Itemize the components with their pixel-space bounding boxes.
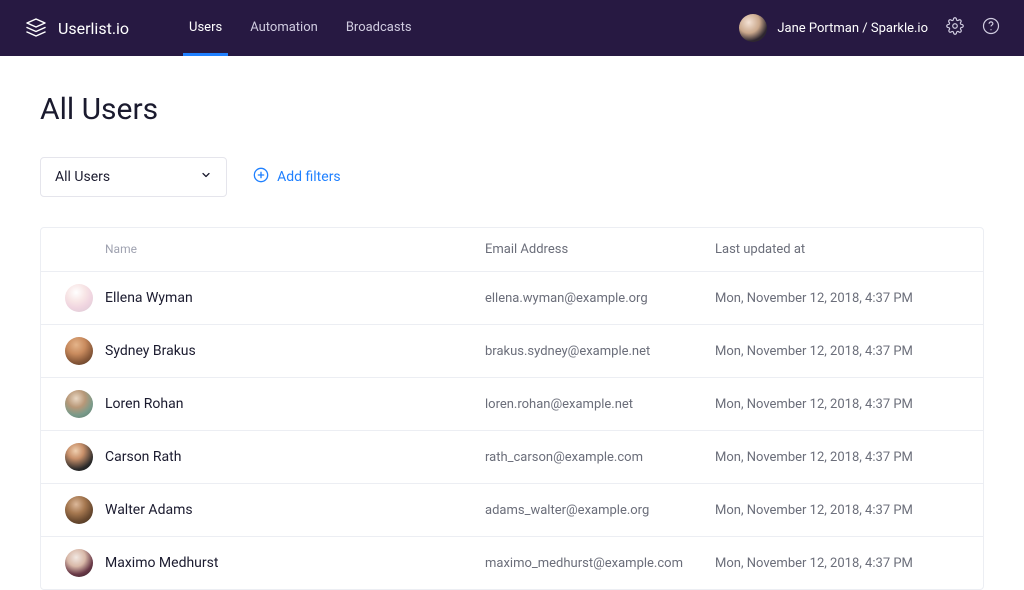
user-email: adams_walter@example.org — [485, 503, 715, 518]
column-header-updated[interactable]: Last updated at — [715, 242, 959, 257]
current-user-menu[interactable]: Jane Portman / Sparkle.io — [739, 14, 928, 42]
column-header-name[interactable]: Name — [105, 242, 485, 257]
user-avatar — [65, 390, 93, 418]
page-title: All Users — [40, 92, 984, 127]
table-row[interactable]: Maximo Medhurst maximo_medhurst@example.… — [41, 537, 983, 589]
user-name: Maximo Medhurst — [105, 555, 485, 571]
user-updated: Mon, November 12, 2018, 4:37 PM — [715, 503, 959, 518]
user-name: Walter Adams — [105, 502, 485, 518]
user-email: rath_carson@example.com — [485, 450, 715, 465]
chevron-down-icon — [200, 169, 212, 185]
table-header: Name Email Address Last updated at — [41, 228, 983, 272]
app-logo[interactable]: Userlist.io — [24, 16, 129, 40]
table-row[interactable]: Sydney Brakus brakus.sydney@example.net … — [41, 325, 983, 378]
user-name: Loren Rohan — [105, 396, 485, 412]
user-updated: Mon, November 12, 2018, 4:37 PM — [715, 344, 959, 359]
add-filters-button[interactable]: Add filters — [253, 167, 341, 187]
gear-icon — [946, 17, 964, 39]
plus-circle-icon — [253, 167, 269, 187]
user-name: Ellena Wyman — [105, 290, 485, 306]
users-table: Name Email Address Last updated at Ellen… — [40, 227, 984, 590]
table-row[interactable]: Loren Rohan loren.rohan@example.net Mon,… — [41, 378, 983, 431]
table-row[interactable]: Ellena Wyman ellena.wyman@example.org Mo… — [41, 272, 983, 325]
user-updated: Mon, November 12, 2018, 4:37 PM — [715, 397, 959, 412]
user-updated: Mon, November 12, 2018, 4:37 PM — [715, 291, 959, 306]
settings-button[interactable] — [946, 17, 964, 39]
main-content: All Users All Users Add filters — [0, 56, 1024, 590]
table-row[interactable]: Walter Adams adams_walter@example.org Mo… — [41, 484, 983, 537]
segment-dropdown-label: All Users — [55, 169, 110, 185]
current-user-avatar — [739, 14, 767, 42]
add-filters-label: Add filters — [277, 169, 341, 185]
help-icon — [982, 17, 1000, 39]
user-avatar — [65, 496, 93, 524]
top-nav: Users Automation Broadcasts — [189, 0, 412, 56]
table-row[interactable]: Carson Rath rath_carson@example.com Mon,… — [41, 431, 983, 484]
user-email: loren.rohan@example.net — [485, 397, 715, 412]
user-avatar — [65, 284, 93, 312]
topbar: Userlist.io Users Automation Broadcasts … — [0, 0, 1024, 56]
user-email: ellena.wyman@example.org — [485, 291, 715, 306]
user-email: brakus.sydney@example.net — [485, 344, 715, 359]
user-updated: Mon, November 12, 2018, 4:37 PM — [715, 450, 959, 465]
user-avatar — [65, 443, 93, 471]
user-avatar — [65, 337, 93, 365]
filter-bar: All Users Add filters — [40, 157, 984, 197]
user-avatar — [65, 549, 93, 577]
current-user-label: Jane Portman / Sparkle.io — [777, 21, 928, 36]
nav-users[interactable]: Users — [189, 0, 222, 56]
brand-name: Userlist.io — [58, 19, 129, 38]
user-name: Carson Rath — [105, 449, 485, 465]
topbar-right: Jane Portman / Sparkle.io — [739, 14, 1000, 42]
nav-broadcasts[interactable]: Broadcasts — [346, 0, 412, 56]
help-button[interactable] — [982, 17, 1000, 39]
stack-icon — [24, 16, 48, 40]
column-header-email[interactable]: Email Address — [485, 242, 715, 257]
user-name: Sydney Brakus — [105, 343, 485, 359]
nav-automation[interactable]: Automation — [250, 0, 318, 56]
segment-dropdown[interactable]: All Users — [40, 157, 227, 197]
